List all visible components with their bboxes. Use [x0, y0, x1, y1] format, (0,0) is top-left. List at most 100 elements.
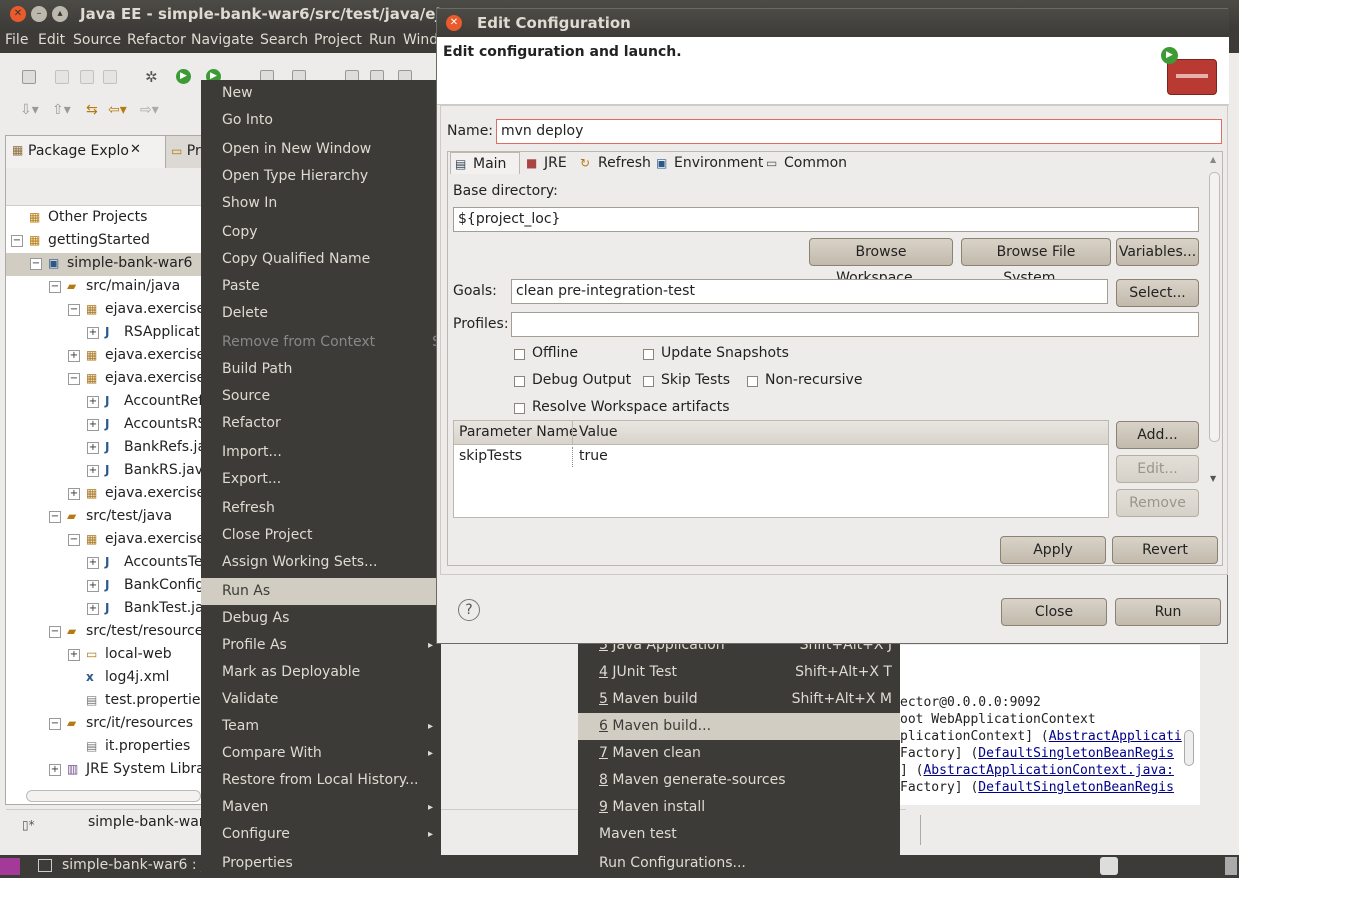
tree-item[interactable]: ▦ Other Projects [6, 207, 204, 230]
print-icon[interactable] [103, 70, 117, 84]
context-menu-item-compare-with[interactable]: Compare With ▸ [201, 740, 441, 767]
tree-item[interactable]: x log4j.xml [6, 667, 204, 690]
tab-environment[interactable]: ▣ Environment [652, 152, 763, 174]
run-as-item-maven-build[interactable]: 5 Maven build Shift+Alt+X M [578, 686, 900, 713]
tree-item[interactable]: − ▦ ejava.exercise [6, 368, 204, 391]
maximize-window-icon[interactable]: ▴ [52, 6, 68, 22]
show-desktop-icon[interactable] [0, 858, 20, 875]
context-menu-item-properties[interactable]: PropertiesAlt+Enter [201, 850, 711, 877]
console-link[interactable]: DefaultSingletonBeanRegis [978, 746, 1174, 761]
context-menu-item-open-type-hierarchy[interactable]: Open Type Hierarchy [201, 163, 441, 190]
browse-file-system-button[interactable]: Browse File System... [961, 238, 1111, 286]
scroll-up-icon[interactable]: ▲ [1210, 155, 1216, 164]
expand-icon[interactable]: + [68, 649, 80, 661]
console-link[interactable]: DefaultSingletonBeanRegis [978, 780, 1174, 795]
context-menu-item-restore-from-local-history[interactable]: Restore from Local History... [201, 767, 441, 794]
column-header-parameter-name[interactable]: Parameter Name [459, 424, 578, 440]
context-menu-item-run-as[interactable]: Run As [201, 578, 441, 605]
context-menu-item-refactor[interactable]: Refactor [201, 410, 441, 437]
expand-icon[interactable]: + [87, 327, 99, 339]
tree-item[interactable]: − ▣ simple-bank-war6 [6, 253, 204, 276]
tree-item[interactable]: + J AccountsTes [6, 552, 204, 575]
workspace-switcher-icon[interactable] [1100, 857, 1118, 875]
collapse-icon[interactable]: − [30, 258, 42, 270]
name-field[interactable]: mvn deploy [496, 119, 1222, 144]
goals-field[interactable]: clean pre-integration-test [511, 279, 1108, 304]
console-scrollbar[interactable] [1184, 730, 1194, 766]
tree-item[interactable]: + ▦ ejava.exercise [6, 345, 204, 368]
context-menu-item-show-in[interactable]: Show In [201, 190, 441, 217]
profiles-field[interactable] [511, 312, 1199, 337]
expand-icon[interactable]: + [87, 419, 99, 431]
tree-item[interactable]: + J BankRS.java [6, 460, 204, 483]
scrollbar-thumb[interactable] [1209, 172, 1220, 442]
run-as-item-run-configurations[interactable]: Run Configurations... [578, 850, 900, 877]
run-as-item-maven-build[interactable]: 6 Maven build... [578, 713, 900, 740]
tree-item[interactable]: + ▭ local-web [6, 644, 204, 667]
tree-item[interactable]: ▤ test.properties [6, 690, 204, 713]
context-menu-item-close-project[interactable]: Close Project [201, 522, 441, 549]
tab-main[interactable]: ▤ Main [450, 152, 520, 174]
tree-item[interactable]: − ▦ ejava.exercise [6, 529, 204, 552]
new-icon[interactable] [22, 70, 36, 84]
collapse-icon[interactable]: − [49, 718, 61, 730]
collapse-icon[interactable]: − [68, 373, 80, 385]
menu-project[interactable]: Project [314, 32, 362, 48]
context-menu-item-build-path[interactable]: Build Path [201, 356, 441, 383]
tree-item[interactable]: + J BankConfig. [6, 575, 204, 598]
expand-icon[interactable]: + [87, 603, 99, 615]
next-annotation-icon[interactable]: ⇩▾ [20, 102, 39, 118]
taskbar-window-item[interactable]: simple-bank-war6 : ja [62, 857, 214, 873]
console-link[interactable]: AbstractApplicationContext.java: [923, 763, 1173, 778]
table-row[interactable]: skipTests true [454, 445, 1108, 469]
variables-button[interactable]: Variables... [1116, 238, 1199, 266]
tree-item[interactable]: + J BankRefs.jav [6, 437, 204, 460]
expand-icon[interactable]: + [68, 350, 80, 362]
tab-package-explorer[interactable]: ▦ Package Explo ✕ [6, 136, 166, 168]
collapse-icon[interactable]: − [68, 534, 80, 546]
collapse-icon[interactable]: − [68, 304, 80, 316]
tree-item[interactable]: + ▥ JRE System Librar [6, 759, 204, 782]
tab-jre[interactable]: ■ JRE [522, 152, 576, 174]
context-menu-item-copy[interactable]: Copy [201, 219, 441, 246]
console-link[interactable]: AbstractApplicati [1049, 729, 1182, 744]
tree-item[interactable]: − ▰ src/test/java [6, 506, 204, 529]
tree-item[interactable]: + J RSApplicatio [6, 322, 204, 345]
base-directory-field[interactable]: ${project_loc} [453, 207, 1199, 232]
tab-refresh[interactable]: ↻ Refresh [576, 152, 652, 174]
close-tab-icon[interactable]: ✕ [130, 142, 141, 157]
collapse-icon[interactable]: − [49, 281, 61, 293]
run-as-item-junit-test[interactable]: 4 JUnit Test Shift+Alt+X T [578, 659, 900, 686]
tree-item[interactable]: − ▰ src/main/java [6, 276, 204, 299]
edit-parameter-button[interactable]: Edit... [1116, 455, 1199, 483]
context-menu-item-source[interactable]: Source [201, 383, 441, 410]
context-menu-item-paste[interactable]: Paste [201, 273, 441, 300]
context-menu-item-remove-from-context[interactable]: Remove from ContextS [201, 329, 441, 356]
collapse-icon[interactable]: − [49, 511, 61, 523]
run-as-item-maven-clean[interactable]: 7 Maven clean [578, 740, 900, 767]
browse-workspace-button[interactable]: Browse Workspace... [809, 238, 953, 286]
add-parameter-button[interactable]: Add... [1116, 421, 1199, 449]
context-menu-item-refresh[interactable]: Refresh [201, 495, 441, 522]
close-button[interactable]: Close [1001, 598, 1107, 626]
scroll-down-icon[interactable]: ▼ [1210, 474, 1216, 483]
horizontal-scrollbar[interactable] [26, 790, 201, 802]
context-menu-item-new[interactable]: New [201, 80, 441, 107]
context-menu-item-debug-as[interactable]: Debug As [201, 605, 441, 632]
run-as-item-maven-install[interactable]: 9 Maven install [578, 794, 900, 821]
menu-edit[interactable]: Edit [38, 32, 65, 48]
menu-run[interactable]: Run [369, 32, 396, 48]
forward-icon[interactable]: ⇨▾ [140, 102, 159, 118]
context-menu-item-go-into[interactable]: Go Into [201, 107, 441, 134]
tree-item[interactable]: − ▰ src/it/resources [6, 713, 204, 736]
expand-icon[interactable]: + [68, 488, 80, 500]
expand-icon[interactable]: + [49, 764, 61, 776]
run-as-item-maven-test[interactable]: Maven test [578, 821, 900, 848]
menu-navigate[interactable]: Navigate [191, 32, 254, 48]
menu-source[interactable]: Source [73, 32, 121, 48]
column-header-value[interactable]: Value [579, 424, 617, 440]
resolve-workspace-checkbox[interactable] [514, 403, 525, 414]
close-dialog-icon[interactable]: ✕ [446, 15, 462, 31]
context-menu-item-mark-as-deployable[interactable]: Mark as Deployable [201, 659, 441, 686]
expand-icon[interactable]: + [87, 557, 99, 569]
